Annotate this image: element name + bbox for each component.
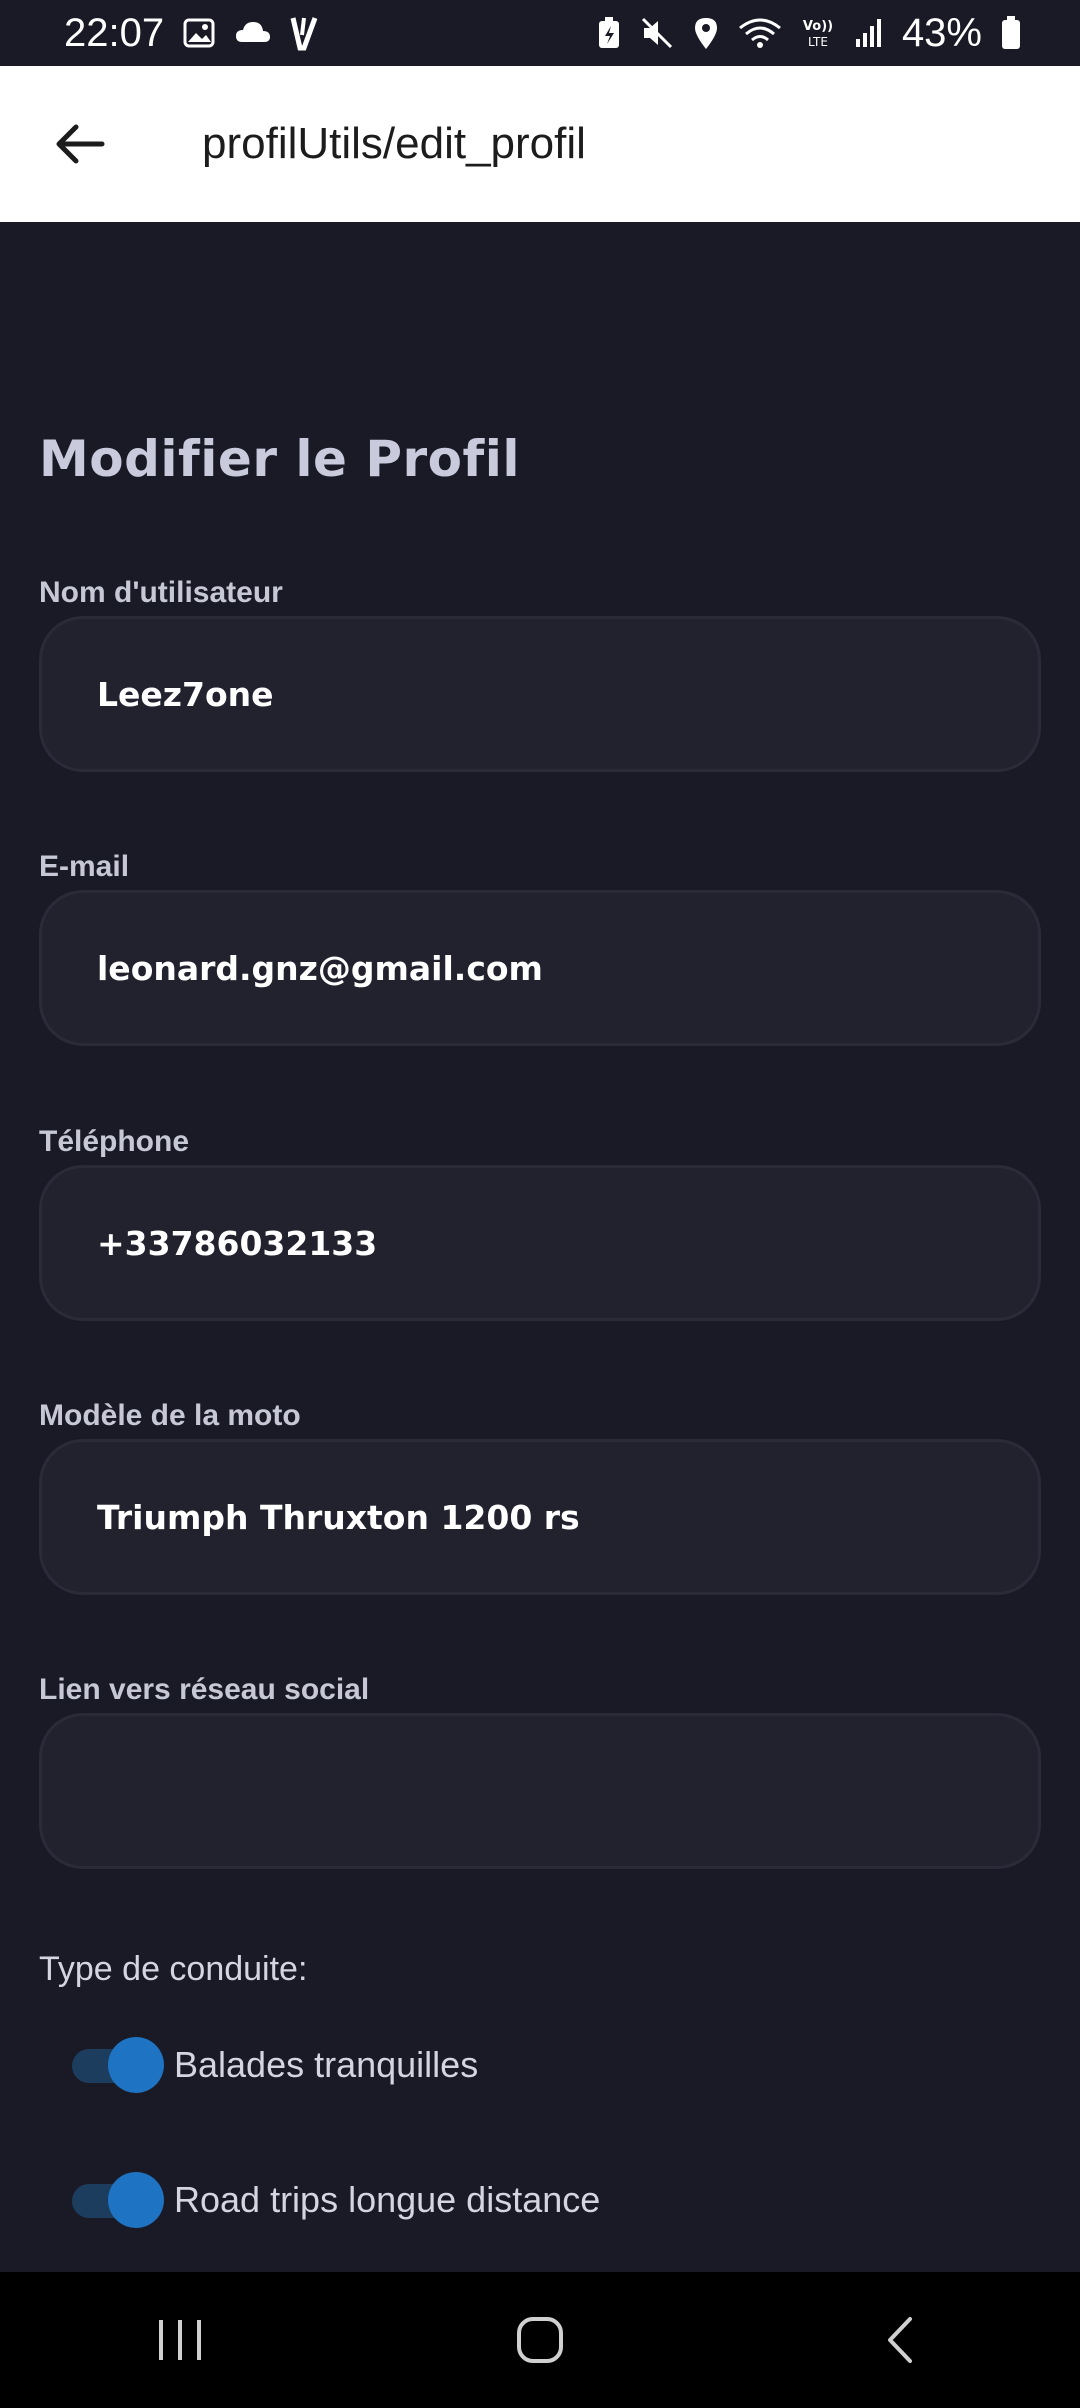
recents-button[interactable]	[120, 2290, 240, 2390]
toggle-thumb	[108, 2037, 164, 2093]
location-icon	[692, 15, 720, 51]
battery-percent: 43%	[901, 10, 982, 55]
svg-text:LTE: LTE	[808, 35, 828, 49]
arrow-left-icon	[56, 124, 105, 164]
system-nav-bar	[0, 2272, 1080, 2408]
email-label: E-mail	[39, 850, 130, 883]
battery-icon	[1000, 15, 1022, 51]
toggle-row-calm-rides: Balades tranquilles	[72, 2036, 478, 2094]
battery-saver-icon	[596, 16, 622, 50]
username-value: Leez7one	[97, 674, 274, 714]
nav-back-button[interactable]	[840, 2290, 960, 2390]
phone-field[interactable]: +33786032133	[39, 1165, 1041, 1321]
username-field[interactable]: Leez7one	[39, 616, 1041, 772]
bike-model-label: Modèle de la moto	[39, 1399, 301, 1432]
status-time: 22:07	[64, 10, 165, 55]
edit-profile-form: Modifier le Profil Nom d'utilisateur Lee…	[0, 222, 1080, 2272]
wifi-icon	[738, 16, 782, 50]
signal-icon	[854, 17, 884, 49]
image-icon	[182, 16, 216, 50]
app-bar-title: profilUtils/edit_profil	[202, 119, 586, 168]
svg-text:Vo)): Vo))	[803, 19, 833, 34]
email-field[interactable]: leonard.gnz@gmail.com	[39, 890, 1041, 1046]
mute-icon	[640, 16, 674, 50]
home-icon	[517, 2317, 563, 2363]
recents-icon	[159, 2320, 201, 2360]
email-value: leonard.gnz@gmail.com	[97, 948, 543, 988]
status-left: 22:07	[64, 11, 318, 56]
toggle-row-road-trips: Road trips longue distance	[72, 2171, 600, 2229]
bike-model-value: Triumph Thruxton 1200 rs	[97, 1497, 580, 1537]
status-right: Vo)) LTE 43%	[596, 11, 1022, 56]
app-bar: profilUtils/edit_profil	[0, 66, 1080, 222]
status-bar: 22:07 Vo)) LTE 43%	[0, 0, 1080, 66]
phone-label: Téléphone	[39, 1125, 190, 1158]
volte-icon: Vo)) LTE	[800, 16, 836, 50]
riding-type-label: Type de conduite:	[39, 1950, 308, 1988]
home-button[interactable]	[480, 2290, 600, 2390]
bike-model-field[interactable]: Triumph Thruxton 1200 rs	[39, 1439, 1041, 1595]
username-label: Nom d'utilisateur	[39, 576, 283, 609]
road-trips-label: Road trips longue distance	[174, 2179, 601, 2220]
back-icon	[888, 2317, 912, 2363]
toggle-thumb	[108, 2172, 164, 2228]
cloud-icon	[234, 18, 272, 48]
calm-rides-toggle[interactable]	[72, 2036, 164, 2094]
back-button[interactable]	[40, 104, 120, 184]
v-app-icon	[290, 15, 318, 51]
social-link-label: Lien vers réseau social	[39, 1673, 370, 1706]
calm-rides-label: Balades tranquilles	[174, 2044, 479, 2085]
phone-value: +33786032133	[97, 1223, 378, 1263]
page-title: Modifier le Profil	[39, 430, 521, 488]
social-link-field[interactable]	[39, 1713, 1041, 1869]
road-trips-toggle[interactable]	[72, 2171, 164, 2229]
